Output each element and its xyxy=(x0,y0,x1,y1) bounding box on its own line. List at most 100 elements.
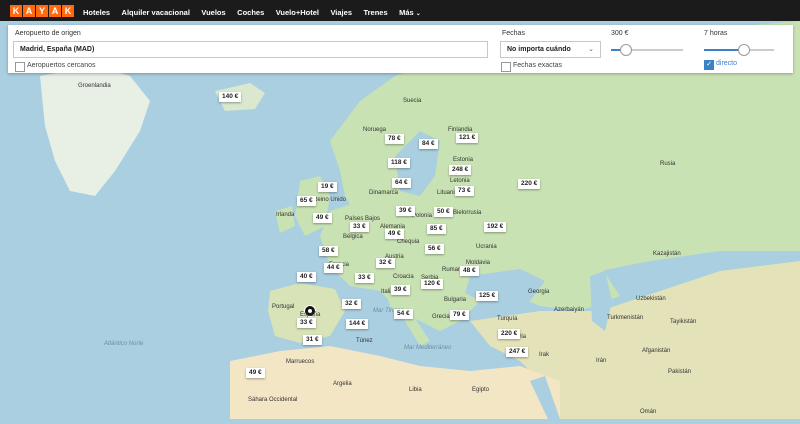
main-nav: Hoteles Alquiler vacacional Vuelos Coche… xyxy=(83,2,428,20)
price-marker[interactable]: 73 € xyxy=(455,186,474,196)
nav-trains[interactable]: Trenes xyxy=(363,8,387,17)
price-marker[interactable]: 120 € xyxy=(421,279,444,289)
price-marker[interactable]: 85 € xyxy=(427,224,446,234)
place-label: Marruecos xyxy=(286,359,315,365)
direct-checkbox[interactable]: ✓ xyxy=(704,60,714,70)
place-label: Afganistán xyxy=(642,348,671,354)
map-background xyxy=(0,21,800,419)
origin-input[interactable]: Madrid, España (MAD) xyxy=(13,41,488,58)
place-label: Egipto xyxy=(472,387,490,393)
price-marker[interactable]: 54 € xyxy=(394,309,413,319)
place-label: Omán xyxy=(640,409,657,415)
price-slider-handle[interactable] xyxy=(620,44,632,56)
price-marker[interactable]: 32 € xyxy=(342,299,361,309)
nav-vacation-rentals[interactable]: Alquiler vacacional xyxy=(122,8,190,17)
place-label: Libia xyxy=(409,387,422,393)
price-marker[interactable]: 48 € xyxy=(460,266,479,276)
price-marker[interactable]: 79 € xyxy=(450,310,469,320)
place-label: Turkmenistán xyxy=(607,315,644,321)
place-label: Grecia xyxy=(432,314,450,320)
place-label: Bulgaria xyxy=(444,297,467,303)
price-marker[interactable]: 125 € xyxy=(476,291,499,301)
place-label: Irán xyxy=(596,358,607,364)
place-label: Croacia xyxy=(393,274,414,280)
nearby-airports-label: Aeropuertos cercanos xyxy=(27,62,96,69)
price-marker[interactable]: 140 € xyxy=(219,92,242,102)
nav-hotels[interactable]: Hoteles xyxy=(83,8,110,17)
place-label: Kazajistán xyxy=(653,251,681,257)
price-marker[interactable]: 44 € xyxy=(324,263,343,273)
price-marker[interactable]: 192 € xyxy=(484,222,507,232)
duration-filter-label: 7 horas xyxy=(704,30,728,37)
nav-flights[interactable]: Vuelos xyxy=(201,8,225,17)
price-marker[interactable]: 56 € xyxy=(425,244,444,254)
price-marker[interactable]: 33 € xyxy=(355,273,374,283)
place-label: Mar Mediterráneo xyxy=(404,345,452,351)
place-label: Turquía xyxy=(497,316,518,322)
price-marker[interactable]: 65 € xyxy=(297,196,316,206)
price-marker[interactable]: 247 € xyxy=(506,347,529,357)
price-marker[interactable]: 33 € xyxy=(297,318,316,328)
price-marker[interactable]: 78 € xyxy=(385,134,404,144)
price-marker[interactable]: 32 € xyxy=(376,258,395,268)
price-marker[interactable]: 121 € xyxy=(456,133,479,143)
place-label: Túnez xyxy=(356,338,373,344)
place-label: Argelia xyxy=(333,381,352,387)
place-label: Irak xyxy=(539,352,550,358)
place-label: Sáhara Occidental xyxy=(248,397,298,403)
logo-letter: K xyxy=(10,4,22,17)
place-label: Chequia xyxy=(397,239,420,245)
price-marker[interactable]: 144 € xyxy=(346,319,369,329)
dates-value: No importa cuándo xyxy=(507,46,571,53)
nav-cars[interactable]: Coches xyxy=(237,8,264,17)
price-marker[interactable]: 40 € xyxy=(297,272,316,282)
chevron-down-icon: ⌄ xyxy=(415,10,421,17)
exact-dates-checkbox[interactable] xyxy=(501,62,511,72)
place-label: Irlanda xyxy=(276,212,295,218)
price-marker[interactable]: 50 € xyxy=(434,207,453,217)
logo-letter: K xyxy=(62,4,74,17)
logo-letter: Y xyxy=(36,4,48,17)
price-marker[interactable]: 49 € xyxy=(385,229,404,239)
nearby-airports-checkbox[interactable] xyxy=(15,62,25,72)
chevron-down-icon: ⌄ xyxy=(588,46,594,53)
price-marker[interactable]: 49 € xyxy=(246,368,265,378)
price-marker[interactable]: 33 € xyxy=(350,222,369,232)
price-marker[interactable]: 84 € xyxy=(419,139,438,149)
search-panel: Aeropuerto de origen Madrid, España (MAD… xyxy=(8,25,793,73)
place-label: Reino Unido xyxy=(313,197,347,203)
place-label: Groenlandia xyxy=(78,83,111,89)
logo-letter: A xyxy=(23,4,35,17)
place-label: Noruega xyxy=(363,127,387,133)
price-marker[interactable]: 64 € xyxy=(392,178,411,188)
place-label: Georgia xyxy=(528,289,550,295)
price-marker[interactable]: 118 € xyxy=(388,158,410,168)
nav-more[interactable]: Más ⌄ xyxy=(399,8,421,17)
place-label: Letonia xyxy=(450,178,470,184)
direct-label: directo xyxy=(716,60,738,67)
price-marker[interactable]: 49 € xyxy=(313,213,332,223)
explore-map[interactable]: Groenlandia Suecia Noruega Finlandia Est… xyxy=(0,21,800,419)
duration-slider-handle[interactable] xyxy=(738,44,750,56)
price-marker[interactable]: 248 € xyxy=(449,165,472,175)
place-label: Tayikistán xyxy=(670,319,697,325)
price-marker[interactable]: 220 € xyxy=(498,329,521,339)
nav-trips[interactable]: Viajes xyxy=(330,8,352,17)
dates-select[interactable]: No importa cuándo ⌄ xyxy=(500,41,601,58)
price-marker[interactable]: 220 € xyxy=(518,179,541,189)
place-label: Polonia xyxy=(412,213,433,219)
place-label: Portugal xyxy=(272,304,295,310)
nav-flight-hotel[interactable]: Vuelo+Hotel xyxy=(276,8,319,17)
place-label: Azerbaiyán xyxy=(554,307,585,313)
price-marker[interactable]: 58 € xyxy=(319,246,338,256)
origin-label: Aeropuerto de origen xyxy=(15,30,81,37)
place-label: Uzbekistán xyxy=(636,296,666,302)
price-marker[interactable]: 31 € xyxy=(303,335,322,345)
price-marker[interactable]: 39 € xyxy=(391,285,410,295)
price-filter-label: 300 € xyxy=(611,30,629,37)
kayak-logo[interactable]: K A Y A K xyxy=(10,4,75,17)
place-label: Atlántico Norte xyxy=(104,341,144,347)
price-marker[interactable]: 19 € xyxy=(318,182,337,192)
place-label: Estonia xyxy=(453,157,474,163)
price-marker[interactable]: 39 € xyxy=(396,206,415,216)
